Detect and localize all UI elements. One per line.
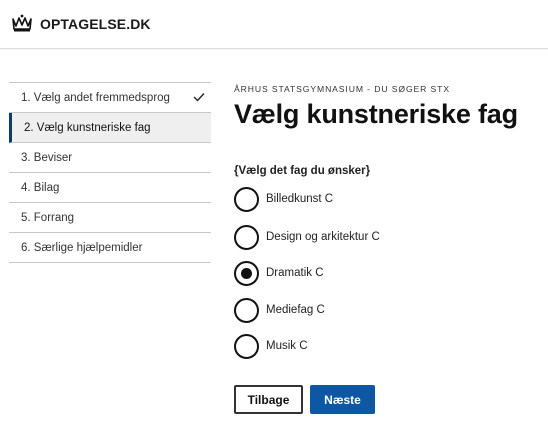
radio-button[interactable] (234, 333, 259, 359)
option-dramatik[interactable]: Dramatik C (234, 260, 454, 286)
next-button[interactable]: Næste (310, 385, 375, 414)
radio-button[interactable] (234, 186, 259, 212)
site-logo[interactable]: OPTAGELSE.DK (40, 16, 151, 32)
page-content: 1. Vælg andet fremmedsprog 2. Vælg kunst… (0, 50, 548, 437)
checkmark-icon (193, 93, 205, 102)
back-button[interactable]: Tilbage (234, 385, 303, 414)
step-item-2[interactable]: 2. Vælg kunstneriske fag (9, 113, 211, 143)
option-design-arkitektur[interactable]: Design og arkitektur C (234, 224, 454, 250)
radio-button[interactable] (234, 297, 259, 323)
option-label: Mediefag C (266, 304, 325, 316)
option-label: Design og arkitektur C (266, 231, 380, 243)
step-navigation: 1. Vælg andet fremmedsprog 2. Vælg kunst… (9, 82, 211, 263)
step-item-3[interactable]: 3. Beviser (9, 143, 211, 173)
option-label: Billedkunst C (266, 193, 334, 205)
crown-icon (12, 14, 32, 32)
option-musik[interactable]: Musik C (234, 333, 454, 359)
school-eyebrow: ÅRHUS STATSGYMNASIUM - DU SØGER STX (234, 84, 450, 94)
radio-button[interactable] (234, 224, 259, 250)
step-label: 2. Vælg kunstneriske fag (24, 122, 151, 134)
site-header: OPTAGELSE.DK (0, 0, 548, 49)
step-label: 5. Forrang (21, 212, 75, 224)
step-item-6[interactable]: 6. Særlige hjælpemidler (9, 233, 211, 263)
radio-button-selected[interactable] (234, 260, 259, 286)
step-item-4[interactable]: 4. Bilag (9, 173, 211, 203)
question-label: {Vælg det fag du ønsker} (234, 165, 371, 177)
step-label: 3. Beviser (21, 152, 73, 164)
option-label: Musik C (266, 340, 308, 352)
step-label: 1. Vælg andet fremmedsprog (21, 92, 170, 104)
option-billedkunst[interactable]: Billedkunst C (234, 186, 454, 212)
option-mediefag[interactable]: Mediefag C (234, 297, 454, 323)
option-label: Dramatik C (266, 267, 324, 279)
step-label: 4. Bilag (21, 182, 60, 194)
page-title: Vælg kunstneriske fag (234, 99, 518, 129)
step-item-5[interactable]: 5. Forrang (9, 203, 211, 233)
step-label: 6. Særlige hjælpemidler (21, 242, 143, 254)
step-item-1[interactable]: 1. Vælg andet fremmedsprog (9, 83, 211, 113)
